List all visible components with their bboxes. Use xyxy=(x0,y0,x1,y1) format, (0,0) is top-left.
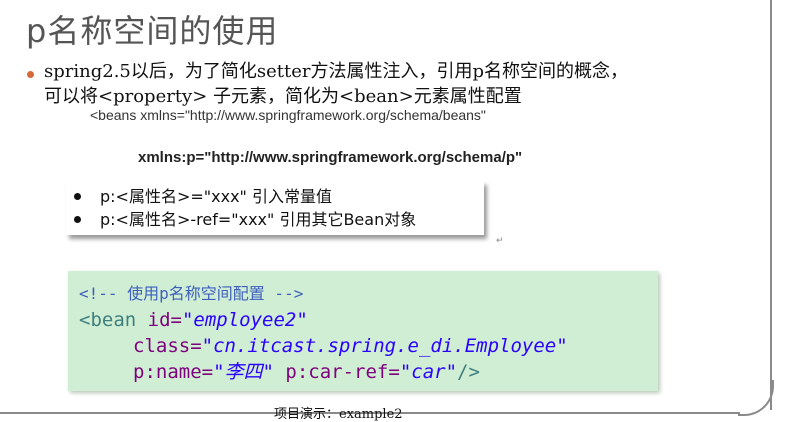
code-class-value: "cn.itcast.spring.e_di.Employee" xyxy=(201,335,568,357)
code-line-class: class="cn.itcast.spring.e_di.Employee" xyxy=(133,333,568,359)
bullet-line-2: 可以将<property> 子元素，简化为<bean>元素属性配置 xyxy=(44,86,522,107)
paragraph-mark-icon: ↵ xyxy=(496,236,504,246)
code-id-value: "employee2" xyxy=(181,309,308,331)
usage-item-text: p:<属性名>="xxx" 引入常量值 xyxy=(100,187,332,206)
bullet-icon xyxy=(74,216,81,223)
code-bean-tag: <bean xyxy=(79,309,148,331)
slide-title: p名称空间的使用 xyxy=(26,12,279,50)
code-line-bean: <bean id="employee2" xyxy=(79,307,308,333)
usage-list: p:<属性名>="xxx" 引入常量值 p:<属性名>-ref="xxx" 引用… xyxy=(66,181,484,231)
code-name-value: "李四" xyxy=(213,361,274,383)
bullet-icon xyxy=(74,193,81,200)
code-id-attr: id= xyxy=(147,309,182,331)
slide-frame-right xyxy=(770,0,772,410)
code-comment: <!-- 使用p名称空间配置 --> xyxy=(79,284,304,303)
bullet-line-1: spring2.5以后，为了简化setter方法属性注入，引用p名称空间的概念， xyxy=(44,61,628,82)
usage-item-ref: p:<属性名>-ref="xxx" 引用其它Bean对象 xyxy=(66,208,484,231)
slide: p名称空间的使用 spring2.5以后，为了简化setter方法属性注入，引用… xyxy=(0,0,787,422)
usage-box: p:<属性名>="xxx" 引入常量值 p:<属性名>-ref="xxx" 引用… xyxy=(66,181,484,235)
xmlns-p-line: xmlns:p="http://www.springframework.org/… xyxy=(138,149,523,166)
demo-caption: 项目演示：example2 xyxy=(274,407,403,422)
code-car-value: "car" xyxy=(399,361,458,383)
usage-item-constant: p:<属性名>="xxx" 引入常量值 xyxy=(66,185,484,208)
code-close-tag: /> xyxy=(457,361,480,383)
xmlns-beans-line: <beans xmlns="http://www.springframework… xyxy=(90,107,486,123)
code-snippet: <!-- 使用p名称空间配置 --> <bean id="employee2" … xyxy=(68,271,658,391)
usage-item-text: p:<属性名>-ref="xxx" 引用其它Bean对象 xyxy=(100,210,417,229)
bullet-icon xyxy=(27,71,34,78)
bullet-paragraph: spring2.5以后，为了简化setter方法属性注入，引用p名称空间的概念，… xyxy=(44,59,744,109)
code-name-attr: p:name= xyxy=(133,361,214,383)
slide-frame-corner xyxy=(738,380,774,416)
code-car-attr: p:car-ref= xyxy=(273,361,400,383)
code-class-attr: class= xyxy=(133,335,202,357)
code-line-props: p:name="李四" p:car-ref="car"/> xyxy=(133,359,480,385)
